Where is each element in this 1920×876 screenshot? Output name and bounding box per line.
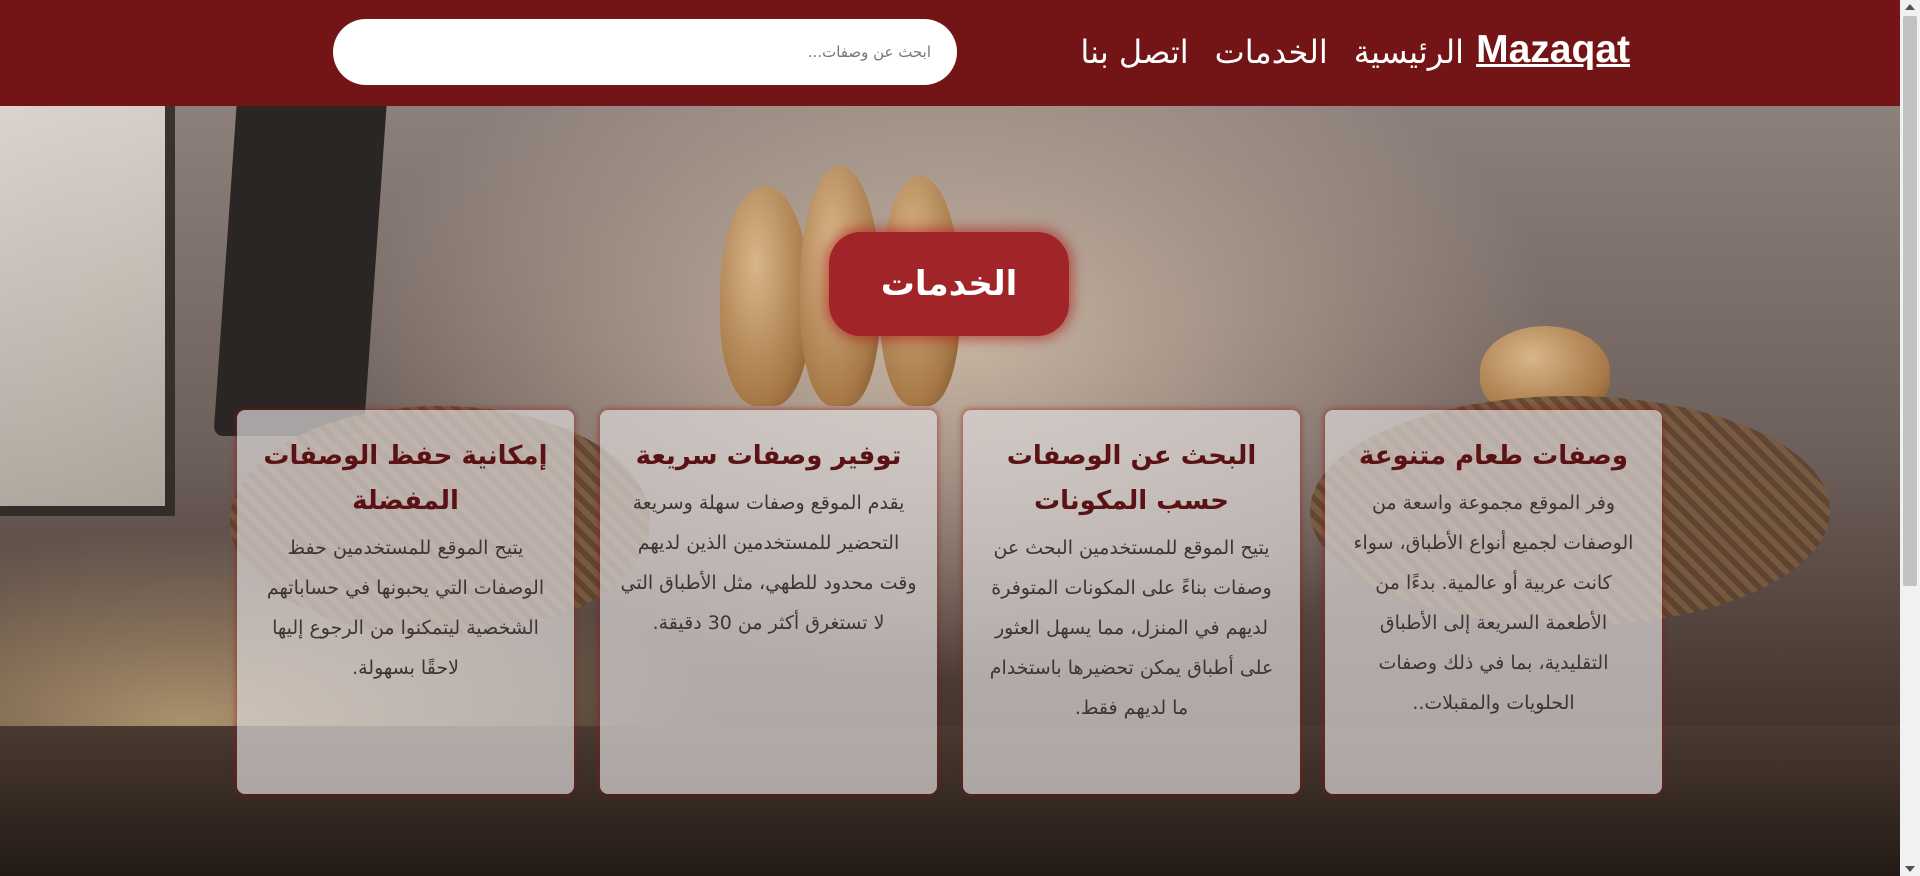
service-card-title: توفير وصفات سريعة	[635, 441, 902, 471]
nav-link-services[interactable]: الخدمات	[1215, 30, 1328, 74]
service-card-ingredient-search: البحث عن الوصفات حسب المكونات يتيح الموق…	[963, 410, 1300, 794]
service-card-quick-recipes: توفير وصفات سريعة يقدم الموقع وصفات سهلة…	[600, 410, 937, 794]
service-card-text: يتيح الموقع للمستخدمين البحث عن وصفات بن…	[989, 537, 1274, 719]
top-navbar: Mazaqat الرئيسية الخدمات اتصل بنا	[0, 0, 1900, 106]
service-card-text: يتيح الموقع للمستخدمين حفظ الوصفات التي …	[266, 537, 545, 679]
main-nav: الرئيسية الخدمات اتصل بنا	[1080, 30, 1464, 74]
services-hero: الخدمات وصفات طعام متنوعة وفر الموقع مجم…	[0, 106, 1900, 876]
page-scrollbar[interactable]	[1900, 0, 1920, 876]
search-input[interactable]	[333, 19, 957, 85]
service-card-title: البحث عن الوصفات حسب المكونات	[1006, 441, 1257, 516]
scroll-up-arrow-icon[interactable]	[1905, 4, 1915, 10]
scroll-down-arrow-icon[interactable]	[1905, 866, 1915, 872]
service-card-title: إمكانية حفظ الوصفات المفضلة	[263, 441, 548, 516]
services-section-title: الخدمات	[829, 232, 1069, 336]
background-newspaper-frame	[0, 106, 175, 516]
background-chalkboard	[213, 106, 387, 436]
service-card-recipes: وصفات طعام متنوعة وفر الموقع مجموعة واسع…	[1325, 410, 1662, 794]
brand-logo-link[interactable]: Mazaqat	[1476, 28, 1630, 72]
service-card-title: وصفات طعام متنوعة	[1358, 441, 1629, 471]
service-card-text: يقدم الموقع وصفات سهلة وسريعة التحضير لل…	[620, 492, 917, 634]
service-card-text: وفر الموقع مجموعة واسعة من الوصفات لجميع…	[1353, 492, 1634, 714]
background-bread	[720, 186, 810, 406]
nav-link-home[interactable]: الرئيسية	[1354, 30, 1464, 74]
nav-link-contact[interactable]: اتصل بنا	[1080, 30, 1188, 74]
service-card-favorites: إمكانية حفظ الوصفات المفضلة يتيح الموقع …	[237, 410, 574, 794]
scrollbar-thumb[interactable]	[1903, 16, 1917, 586]
